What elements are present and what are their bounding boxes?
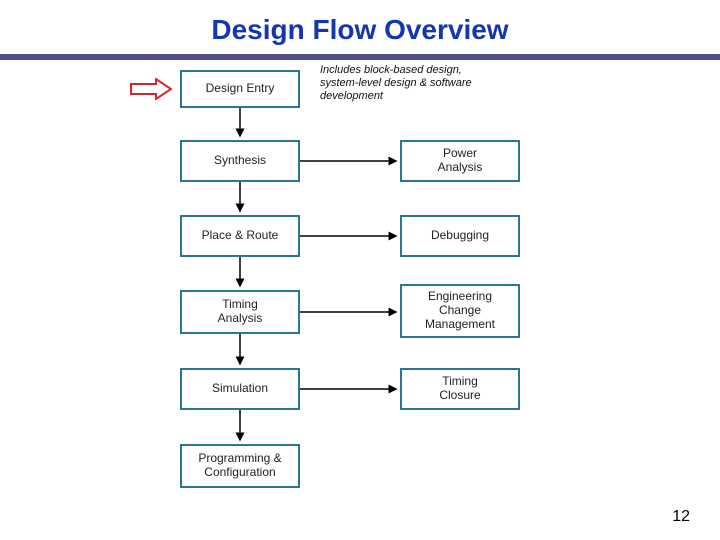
connector-timing-ecm [300, 308, 400, 316]
arrow-down-3 [236, 257, 244, 290]
box-debugging: Debugging [400, 215, 520, 257]
box-synthesis: Synthesis [180, 140, 300, 182]
arrow-down-5 [236, 410, 244, 444]
design-entry-annotation: Includes block-based design, system-leve… [320, 64, 500, 104]
box-design-entry: Design Entry [180, 70, 300, 108]
arrow-down-2 [236, 182, 244, 215]
box-simulation: Simulation [180, 368, 300, 410]
connector-synthesis-power [300, 157, 400, 165]
pointer-arrow-icon [130, 78, 172, 100]
page-number: 12 [672, 508, 690, 526]
connector-sim-closure [300, 385, 400, 393]
box-timing-closure: Timing Closure [400, 368, 520, 410]
box-prog-config: Programming & Configuration [180, 444, 300, 488]
arrow-down-4 [236, 334, 244, 368]
box-ecm: Engineering Change Management [400, 284, 520, 338]
diagram-canvas: Includes block-based design, system-leve… [0, 60, 720, 520]
arrow-down-1 [236, 108, 244, 140]
connector-place-debug [300, 232, 400, 240]
page-title: Design Flow Overview [0, 0, 720, 54]
box-place-route: Place & Route [180, 215, 300, 257]
box-power-analysis: Power Analysis [400, 140, 520, 182]
box-timing-analysis: Timing Analysis [180, 290, 300, 334]
